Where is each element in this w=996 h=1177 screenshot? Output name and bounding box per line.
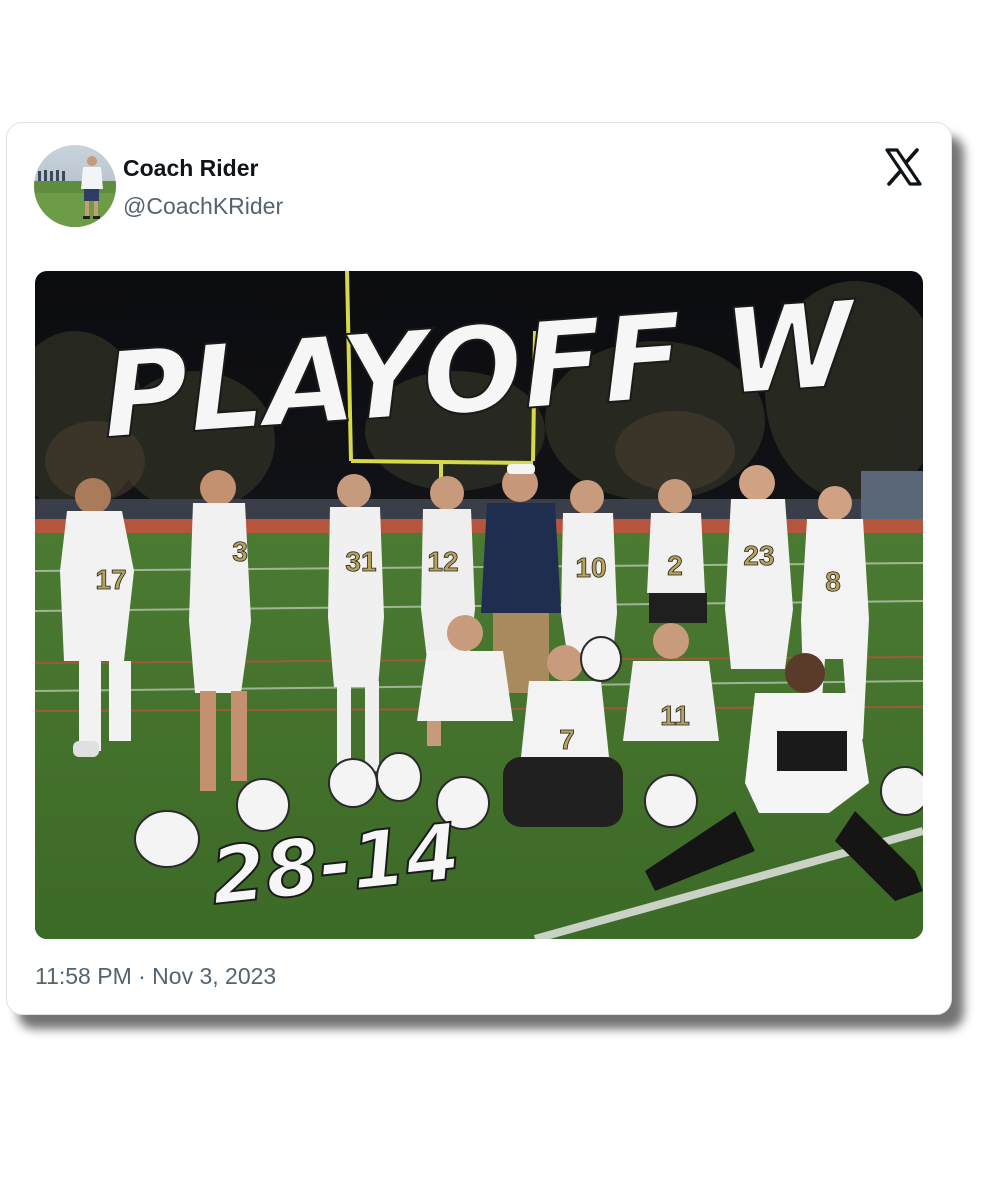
jersey-number: 31 xyxy=(345,546,376,577)
jersey-number: 10 xyxy=(575,552,606,583)
jersey-number: 8 xyxy=(825,566,841,597)
avatar[interactable] xyxy=(34,145,116,227)
embed-stage: Coach Rider @CoachKRider 17 3 31 12 10 2… xyxy=(0,0,996,1177)
jersey-number: 17 xyxy=(95,564,126,595)
timestamp-link[interactable]: 11:58 PM · Nov 3, 2023 xyxy=(35,963,276,989)
x-logo-icon[interactable] xyxy=(883,147,923,187)
jersey-number: 7 xyxy=(559,724,575,755)
user-handle[interactable]: @CoachKRider xyxy=(123,193,283,220)
jersey-number: 12 xyxy=(427,546,458,577)
tweet-card[interactable]: Coach Rider @CoachKRider 17 3 31 12 10 2… xyxy=(6,122,952,1015)
jersey-number: 2 xyxy=(667,550,683,581)
tweet-timestamp: 11:58 PM · Nov 3, 2023 xyxy=(35,963,276,990)
jersey-number: 23 xyxy=(743,540,774,571)
display-name[interactable]: Coach Rider xyxy=(123,155,258,182)
jersey-number: 11 xyxy=(660,700,690,731)
tweet-photo[interactable]: 17 3 31 12 10 2 23 8 11 7 PLAYOFF W 28-1… xyxy=(35,271,923,939)
jersey-number: 3 xyxy=(232,536,248,567)
